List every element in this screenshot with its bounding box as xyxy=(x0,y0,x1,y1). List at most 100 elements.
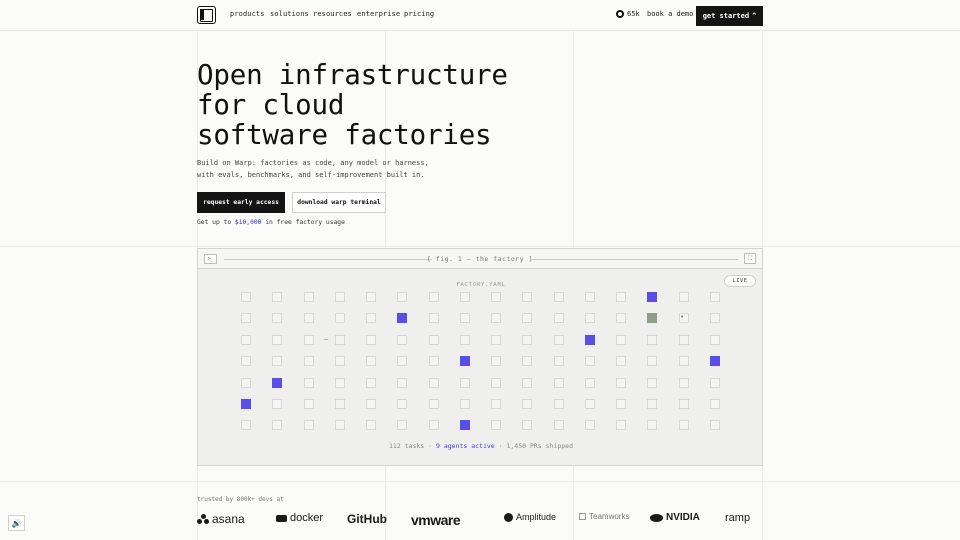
factory-cell xyxy=(678,377,689,388)
factory-cell xyxy=(584,420,595,431)
factory-cell xyxy=(272,292,283,302)
factory-cell-complete xyxy=(647,313,658,324)
factory-cell xyxy=(272,399,283,409)
grid-line xyxy=(0,481,960,482)
stats-tasks: 112 tasks xyxy=(389,442,425,450)
factory-cell-active xyxy=(241,399,251,409)
factory-cell xyxy=(272,356,283,367)
factory-cell xyxy=(709,420,720,431)
github-logo: GitHub xyxy=(347,512,387,526)
factory-cell xyxy=(522,377,533,388)
factory-cell xyxy=(491,377,501,388)
factory-cell xyxy=(272,420,283,431)
nav-solutions[interactable]: solutions xyxy=(270,10,309,18)
hero-title-line: Open infrastructure xyxy=(197,59,508,91)
factory-cell xyxy=(491,313,501,324)
factory-cell xyxy=(366,420,376,431)
factory-cell xyxy=(709,399,720,409)
usage-prefix: Get up to xyxy=(197,219,235,226)
factory-stats: 112 tasks · 9 agents active · 1,450 PRs … xyxy=(198,442,764,450)
factory-cell-active xyxy=(397,313,408,324)
asana-logo: asana xyxy=(197,512,245,526)
factory-cell xyxy=(241,334,251,345)
warp-logo-icon[interactable] xyxy=(197,6,216,24)
factory-cell xyxy=(647,377,658,388)
docker-whale-icon xyxy=(276,514,287,522)
nav-enterprise[interactable]: enterprise xyxy=(357,10,400,18)
github-logo-text: GitHub xyxy=(347,512,387,526)
factory-cell xyxy=(709,313,720,324)
caret-up-icon: ^ xyxy=(752,12,757,20)
factory-cell xyxy=(428,356,439,367)
factory-cell xyxy=(459,377,470,388)
factory-cell xyxy=(303,377,314,388)
factory-cell xyxy=(334,334,345,345)
nav-products[interactable]: products xyxy=(230,10,265,18)
factory-cell xyxy=(522,334,533,345)
factory-cell xyxy=(522,420,533,431)
factory-cell xyxy=(334,292,345,302)
factory-cell xyxy=(428,377,439,388)
connector-dash: – xyxy=(324,335,329,343)
hero-subtitle: Build on Warp: factories as code, any mo… xyxy=(197,157,447,181)
factory-cell-active xyxy=(459,356,470,367)
factory-cell xyxy=(241,377,251,388)
factory-cell xyxy=(678,334,689,345)
expand-icon[interactable]: ⛶ xyxy=(744,253,756,264)
ramp-logo: ramp xyxy=(725,512,750,524)
factory-cell xyxy=(709,334,720,345)
factory-cell xyxy=(709,292,720,302)
get-started-button[interactable]: get started ^ xyxy=(696,6,763,26)
hero-subtitle-line: Build on Warp: factories as code, any mo… xyxy=(197,159,429,167)
book-demo-link[interactable]: book a demo xyxy=(647,10,693,18)
usage-amount: $10,000 xyxy=(234,219,262,226)
amplitude-logo: Amplitude xyxy=(504,512,556,522)
factory-cell xyxy=(428,292,439,302)
factory-cell xyxy=(491,420,501,431)
factory-cell xyxy=(678,399,689,409)
factory-cell xyxy=(616,334,626,345)
factory-cell xyxy=(303,356,314,367)
request-early-access-button[interactable]: request early access xyxy=(197,192,285,213)
github-stars: 65k xyxy=(627,10,640,18)
factory-cell xyxy=(647,356,658,367)
sound-toggle-icon[interactable]: 🔊 xyxy=(8,515,25,531)
download-terminal-button[interactable]: download warp terminal xyxy=(292,192,386,213)
factory-cell xyxy=(459,313,470,324)
factory-cell xyxy=(303,399,314,409)
factory-figure: >_ [ fig. 1 — the factory ] ⛶ LIVE FACTO… xyxy=(197,248,763,466)
trusted-label: trusted by 800k+ devs at xyxy=(197,496,284,503)
factory-cell xyxy=(553,313,564,324)
amplitude-logo-text: Amplitude xyxy=(516,512,557,522)
hero-title-line: software factories xyxy=(197,119,492,151)
asana-icon xyxy=(197,514,209,524)
factory-cell-active xyxy=(272,377,283,388)
hero-subtitle-line: with evals, benchmarks, and self-improve… xyxy=(197,171,425,179)
factory-cell xyxy=(334,399,345,409)
asana-logo-text: asana xyxy=(212,512,245,526)
factory-cell xyxy=(522,356,533,367)
factory-cell xyxy=(428,313,439,324)
vmware-logo: vmware xyxy=(411,512,461,528)
factory-cell xyxy=(678,292,689,302)
factory-cell xyxy=(584,292,595,302)
nav-pricing[interactable]: pricing xyxy=(404,10,434,18)
factory-cell xyxy=(334,420,345,431)
ramp-logo-text: ramp xyxy=(725,512,751,524)
factory-cell xyxy=(334,313,345,324)
top-nav: products solutions resources enterprise … xyxy=(0,0,960,31)
factory-cell xyxy=(397,356,408,367)
factory-cell-active xyxy=(459,420,470,431)
github-link[interactable]: 65k xyxy=(616,10,640,18)
factory-cell xyxy=(397,377,408,388)
factory-cell xyxy=(366,356,376,367)
nav-resources[interactable]: resources xyxy=(313,10,352,18)
factory-cell xyxy=(241,292,251,302)
factory-cell xyxy=(459,399,470,409)
amplitude-icon xyxy=(504,512,513,522)
factory-cell xyxy=(303,420,314,431)
figure-header: >_ [ fig. 1 — the factory ] ⛶ xyxy=(198,249,762,269)
connector-dot: • xyxy=(680,313,685,321)
factory-cell xyxy=(553,356,564,367)
factory-cell xyxy=(584,399,595,409)
